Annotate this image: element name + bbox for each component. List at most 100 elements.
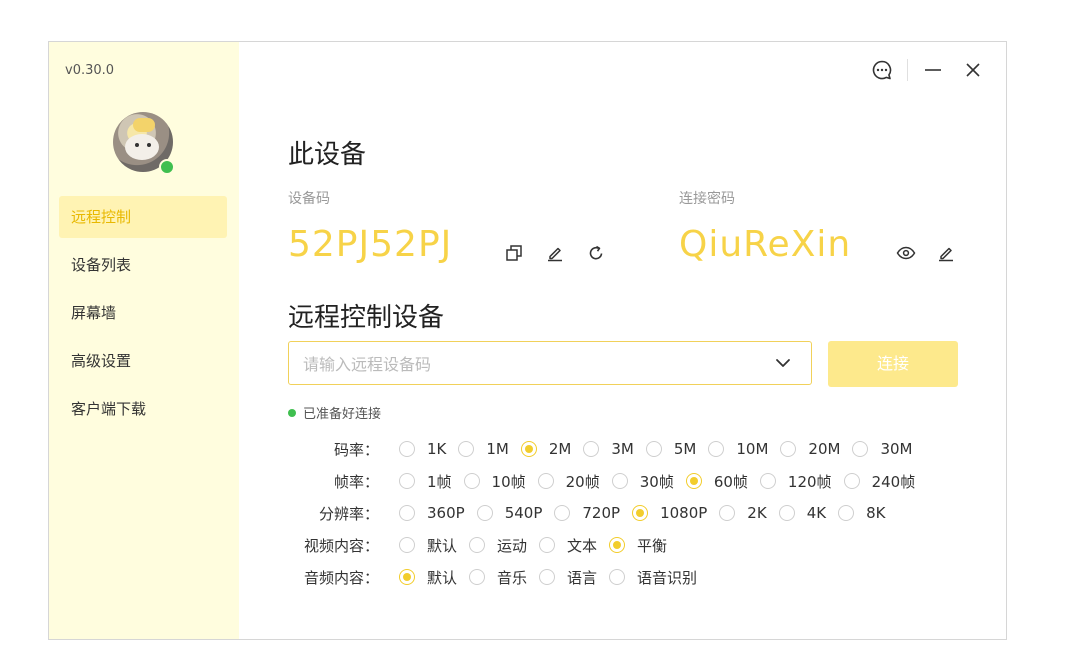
radio-option[interactable]: 文本 [539,535,597,556]
radio-label: 3M [611,440,634,458]
copy-device-code-button[interactable] [502,241,526,265]
refresh-icon [589,245,603,260]
radio-button[interactable] [539,537,556,553]
sidebar-nav: 远程控制 设备列表 屏幕墙 高级设置 客户端下载 [59,196,227,436]
avatar-face [125,134,159,160]
radio-option[interactable]: 120帧 [759,471,832,492]
radio-option[interactable]: 540P [476,504,542,522]
radio-label: 8K [866,504,886,522]
connect-button[interactable]: 连接 [828,341,958,387]
radio-option[interactable]: 240帧 [843,471,915,492]
sidebar-item-client-download[interactable]: 客户端下载 [59,388,227,430]
radio-button[interactable] [778,505,795,521]
radio-option[interactable]: 720P [554,504,620,522]
radio-button[interactable] [399,569,415,585]
radio-option[interactable]: 10帧 [463,471,526,492]
option-row: 码率： 1K 1M 2M 3M 5M 10M 20M 30M [288,436,924,462]
radio-button[interactable] [609,537,626,553]
radio-option[interactable]: 5M [645,440,696,458]
radio-option[interactable]: 20帧 [537,471,600,492]
radio-option[interactable]: 2K [719,504,767,522]
radio-option[interactable]: 语音识别 [609,567,697,588]
radio-button[interactable] [399,505,415,521]
radio-button[interactable] [469,537,486,553]
radio-option[interactable]: 20M [780,440,840,458]
status-dot [288,408,296,417]
radio-button[interactable] [469,569,486,585]
radio-label: 4K [806,504,827,522]
radio-button[interactable] [520,441,537,457]
radio-label: 文本 [567,536,598,555]
option-label: 音频内容： [303,568,379,587]
radio-label: 2M [548,440,572,458]
radio-option[interactable]: 1K [399,440,446,458]
option-label: 码率： [333,440,379,459]
radio-option[interactable]: 60帧 [685,471,748,492]
radio-button[interactable] [852,441,869,457]
radio-button[interactable] [463,473,480,489]
radio-option[interactable]: 3M [583,440,634,458]
edit-password-button[interactable] [934,241,958,265]
radio-option[interactable]: 1080P [632,504,707,522]
radio-button[interactable] [843,473,860,489]
radio-button[interactable] [632,505,649,521]
radio-option[interactable]: 音乐 [469,567,527,588]
radio-option[interactable]: 运动 [469,535,527,556]
radio-button[interactable] [645,441,662,457]
radio-button[interactable] [554,505,571,521]
radio-label: 1M [486,440,509,458]
device-code-value: 52PJ52PJ [288,224,453,265]
radio-option[interactable]: 1帧 [399,471,452,492]
app-version: v0.30.0 [65,63,115,78]
radio-button[interactable] [458,441,475,457]
radio-button[interactable] [685,473,702,489]
radio-button[interactable] [708,441,725,457]
radio-label: 30帧 [639,472,674,491]
edit-device-code-button[interactable] [543,241,567,265]
radio-option[interactable]: 4K [778,504,827,522]
device-code-label: 设备码 [288,191,330,207]
remote-device-code-input[interactable] [301,342,765,386]
edit-icon [548,247,562,262]
show-password-button[interactable] [894,241,918,265]
radio-label: 1帧 [427,472,452,491]
radio-button[interactable] [583,441,600,457]
radio-option[interactable]: 默认 [399,535,457,556]
sidebar-item-screen-wall[interactable]: 屏幕墙 [59,292,227,334]
radio-button[interactable] [539,569,556,585]
radio-option[interactable]: 语言 [539,567,597,588]
radio-label: 120帧 [787,472,832,491]
radio-button[interactable] [611,473,628,489]
radio-button[interactable] [719,505,736,521]
remote-device-code-combobox[interactable] [288,341,812,386]
radio-option[interactable]: 30M [852,440,912,458]
sidebar-item-remote-control[interactable]: 远程控制 [59,196,227,238]
radio-option[interactable]: 默认 [399,567,457,588]
radio-label: 1K [427,440,447,458]
radio-button[interactable] [780,441,797,457]
radio-option[interactable]: 360P [399,504,465,522]
radio-option[interactable]: 2M [520,440,572,458]
radio-label: 1080P [660,504,708,522]
radio-option[interactable]: 10M [708,440,768,458]
radio-label: 20帧 [565,472,600,491]
sidebar-item-device-list[interactable]: 设备列表 [59,244,227,286]
refresh-device-code-button[interactable] [584,241,608,265]
radio-button[interactable] [399,473,415,489]
radio-button[interactable] [537,473,554,489]
this-device-title: 此设备 [288,140,367,170]
radio-option[interactable]: 30帧 [611,471,674,492]
radio-button[interactable] [609,569,626,585]
radio-button[interactable] [759,473,776,489]
radio-option[interactable]: 1M [458,440,509,458]
radio-option[interactable]: 平衡 [609,535,667,556]
radio-button[interactable] [838,505,855,521]
radio-label: 2K [747,504,767,522]
radio-button[interactable] [399,537,415,553]
radio-button[interactable] [399,441,415,457]
radio-button[interactable] [476,505,493,521]
chevron-down-icon[interactable] [773,353,793,373]
radio-option[interactable]: 8K [838,504,885,522]
avatar-eye [135,143,139,147]
sidebar-item-advanced-settings[interactable]: 高级设置 [59,340,227,382]
